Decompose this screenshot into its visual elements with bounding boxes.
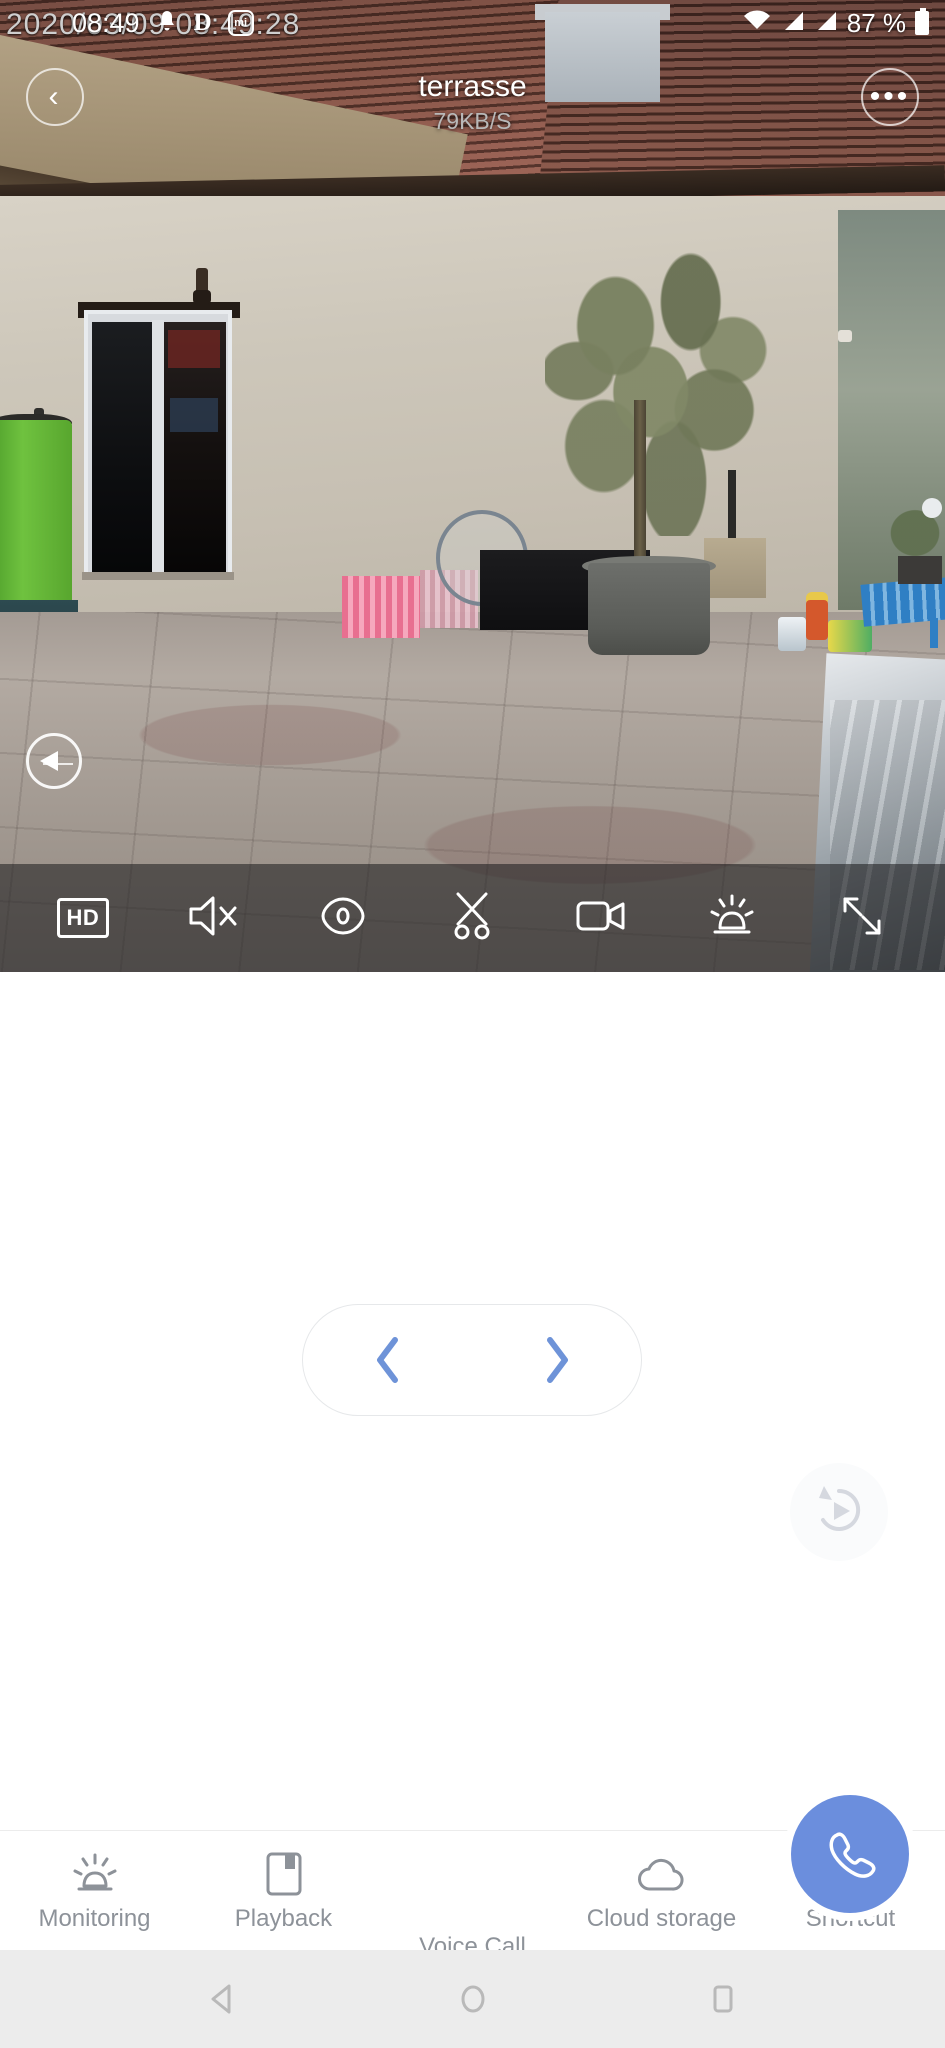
status-bar-right: 87 %: [742, 8, 929, 39]
content-area: [0, 972, 945, 1830]
ptz-dial-line: [43, 763, 73, 765]
bell-icon: [156, 9, 178, 38]
bottom-tab-bar: Monitoring Playback Voice Call Cloud sto…: [0, 1795, 945, 1960]
scene-door-glass-left: [92, 322, 152, 572]
prev-button[interactable]: [353, 1325, 423, 1395]
replay-icon: [811, 1482, 867, 1543]
video-header: ‹ terrasse 79KB/S •••: [0, 54, 945, 164]
tab-label: Monitoring: [38, 1905, 151, 1932]
scene-white-disc: [922, 498, 942, 518]
video-camera-icon: [575, 895, 629, 942]
clip-button[interactable]: [437, 887, 507, 949]
tab-label: Playback: [234, 1905, 333, 1932]
scene-toy-figure: [806, 600, 828, 640]
scene-tree-canopy: [545, 236, 780, 536]
pan-left-icon: [40, 751, 58, 771]
tab-cloud-storage[interactable]: Cloud storage: [567, 1831, 756, 1933]
back-button[interactable]: ‹: [26, 68, 84, 126]
hd-icon: HD: [56, 898, 110, 938]
quality-hd-button[interactable]: HD: [48, 887, 118, 949]
siren-icon: [70, 1847, 120, 1901]
android-navigation-bar: [0, 1950, 945, 2048]
scene-toy-a: [778, 617, 806, 651]
phone-icon: [829, 1832, 876, 1878]
voice-call-fab[interactable]: [791, 1795, 909, 1913]
ptz-dial[interactable]: [26, 733, 82, 789]
scene-wall-camera-head: [193, 290, 211, 304]
cloud-icon: [634, 1847, 690, 1901]
view-button[interactable]: [308, 887, 378, 949]
tab-label: Cloud storage: [586, 1905, 737, 1932]
mute-button[interactable]: [178, 887, 248, 949]
replay-button[interactable]: [790, 1463, 888, 1561]
fullscreen-button[interactable]: [827, 887, 897, 949]
scissors-icon: [449, 891, 495, 946]
signal-icon-2: [814, 9, 838, 38]
status-bar: 08:49 D mi 87 %: [0, 0, 945, 46]
status-clock: 08:49: [72, 7, 140, 38]
video-control-bar: HD: [0, 864, 945, 972]
battery-percent-label: 87 %: [846, 7, 906, 38]
alarm-button[interactable]: [697, 887, 767, 949]
battery-icon: [915, 8, 929, 35]
more-dots-icon: •••: [869, 80, 911, 113]
scene-pallet-leg: [930, 618, 938, 648]
bitrate-label: 79KB/S: [433, 108, 512, 134]
scene-door-reflection-blue: [170, 398, 218, 432]
app-root: 2020/03/09 08:49:28 HD ‹ terrasse 79KB/S…: [0, 0, 945, 2048]
expand-icon: [839, 893, 885, 944]
dnd-icon: D: [193, 9, 212, 36]
record-button[interactable]: [567, 887, 637, 949]
page-title: terrasse: [418, 70, 527, 103]
home-circle-icon[interactable]: [443, 1969, 503, 2029]
eye-icon: [318, 893, 368, 944]
scene-door-mullion: [152, 320, 164, 574]
more-options-button[interactable]: •••: [861, 68, 919, 126]
wifi-icon: [742, 9, 772, 38]
scene-green-barrel: [0, 420, 72, 630]
video-title-block: terrasse 79KB/S: [84, 70, 861, 135]
siren-icon: [707, 892, 757, 945]
recents-square-icon[interactable]: [693, 1969, 753, 2029]
scene-door-sill: [82, 572, 234, 580]
scene-door-reflection-red: [168, 330, 220, 368]
chevron-left-icon: ‹: [48, 80, 59, 113]
status-bar-left: 08:49 D mi: [72, 8, 254, 39]
back-triangle-icon[interactable]: [193, 1969, 253, 2029]
tab-voice-call[interactable]: Voice Call: [378, 1795, 909, 1961]
scene-wall-fixture: [838, 330, 852, 342]
signal-icon: [781, 9, 805, 38]
scene-shrub-pot: [898, 556, 942, 584]
save-floppy-icon: [263, 1847, 305, 1901]
speaker-mute-icon: [187, 893, 239, 944]
next-button[interactable]: [522, 1325, 592, 1395]
direction-pad: [302, 1304, 642, 1416]
tab-monitoring[interactable]: Monitoring: [0, 1831, 189, 1933]
scene-pink-radiator: [342, 576, 420, 638]
tab-playback[interactable]: Playback: [189, 1831, 378, 1933]
scene-planter-pot: [588, 563, 710, 655]
scene-paving-stain-a: [120, 700, 420, 770]
mi-account-icon: mi: [227, 10, 254, 36]
